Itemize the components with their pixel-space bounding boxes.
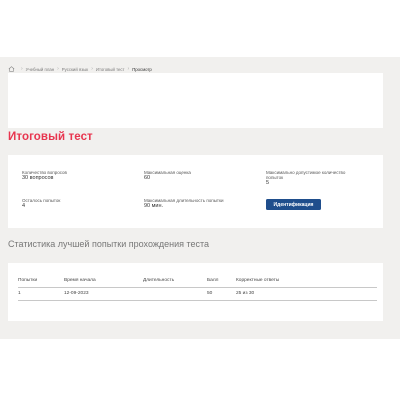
cell-score: 50 bbox=[207, 291, 213, 296]
page-title: Итоговый тест bbox=[8, 131, 93, 143]
chevron-right-icon: › bbox=[91, 66, 93, 72]
breadcrumb-item-plan[interactable]: Учебный план bbox=[26, 67, 54, 72]
chevron-right-icon: › bbox=[21, 66, 23, 72]
max-duration-field: Максимальная длительность попытки 90 мин… bbox=[144, 198, 223, 210]
questions-count-field: Количество вопросов 30 вопросов bbox=[22, 170, 67, 182]
chevron-right-icon: › bbox=[57, 66, 59, 72]
column-header-attempts: Попытки bbox=[18, 278, 38, 283]
max-score-value: 60 bbox=[144, 175, 151, 181]
questions-count-value: 30 вопросов bbox=[22, 175, 54, 181]
breadcrumb-item-course[interactable]: Русский язык bbox=[62, 67, 88, 72]
cell-start-time: 12-09-2023 bbox=[64, 291, 89, 296]
chevron-right-icon: › bbox=[127, 66, 130, 72]
attempts-left-field: Осталось попыток 4 bbox=[22, 198, 60, 210]
attempts-left-value: 4 bbox=[22, 203, 26, 209]
test-info-card: Количество вопросов 30 вопросов Максимал… bbox=[8, 155, 383, 228]
page-area: › Учебный план › Русский язык › Итоговый… bbox=[0, 57, 400, 339]
header-card bbox=[8, 73, 383, 128]
max-score-label: Максимальная оценка bbox=[144, 170, 191, 175]
breadcrumb-current: Просмотр bbox=[132, 66, 152, 72]
max-attempts-value: 5 bbox=[266, 180, 270, 186]
table-header-row: Попытки Время начала Длительность Балл К… bbox=[18, 275, 377, 288]
max-score-field: Максимальная оценка 60 bbox=[144, 170, 191, 182]
max-attempts-field: Максимально допустимое количество попыто… bbox=[266, 170, 361, 187]
max-duration-value: 90 мин. bbox=[144, 203, 164, 209]
stats-card: Попытки Время начала Длительность Балл К… bbox=[8, 263, 383, 321]
identification-button[interactable]: Идентификация bbox=[266, 199, 321, 210]
max-attempts-label: Максимально допустимое количество попыто… bbox=[266, 170, 346, 180]
column-header-score: Балл bbox=[207, 278, 219, 283]
home-icon[interactable] bbox=[8, 66, 15, 72]
column-header-correct-answers: Корректные ответы bbox=[236, 278, 280, 283]
cell-correct-answers: 25 из 30 bbox=[236, 291, 255, 296]
column-header-duration: Длительность bbox=[143, 278, 175, 283]
stats-table: Попытки Время начала Длительность Балл К… bbox=[18, 275, 377, 301]
attempts-left-label: Осталось попыток bbox=[22, 198, 61, 203]
breadcrumb-item-test[interactable]: Итоговый тест bbox=[96, 67, 125, 72]
cell-attempt: 1 bbox=[18, 291, 21, 296]
table-row: 1 12-09-2023 50 25 из 30 bbox=[18, 288, 377, 301]
column-header-start-time: Время начала bbox=[64, 278, 96, 283]
stats-title: Статистика лучшей попытки прохождения те… bbox=[8, 239, 210, 249]
